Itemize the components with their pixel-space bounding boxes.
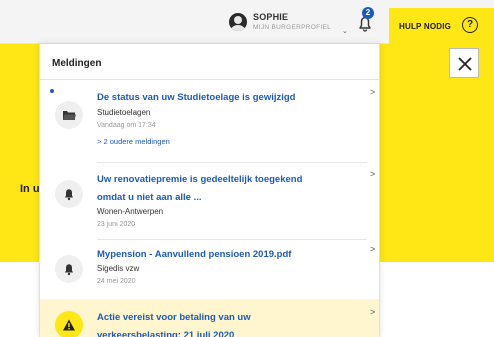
notification-item-warning[interactable]: Actie vereist voor betaling van uw verke… (40, 299, 379, 337)
chevron-right-icon[interactable]: > (370, 307, 375, 317)
chevron-right-icon[interactable]: > (370, 169, 375, 179)
notification-title-line-2[interactable]: verkeersbelasting: 21 juli 2020 (97, 327, 362, 337)
help-button-label[interactable]: HULP NODIG (399, 22, 451, 31)
chevron-right-icon[interactable]: > (370, 87, 375, 97)
notification-date: 24 mei 2020 (97, 278, 136, 285)
profile-dropdown-caret-icon[interactable]: ⌄ (342, 27, 348, 35)
notification-title-line-1[interactable]: Uw renovatiepremie is gedeeltelijk toege… (97, 171, 362, 188)
notification-item[interactable]: Mypension - Aanvullend pensioen 2019.pdf… (40, 240, 379, 302)
notification-item[interactable]: Uw renovatiepremie is gedeeltelijk toege… (40, 163, 379, 241)
notification-source: Wonen-Antwerpen (97, 207, 164, 216)
folder-icon (63, 111, 76, 120)
chevron-right-icon: > (97, 137, 102, 146)
notification-icon-wrapper (55, 101, 83, 129)
notification-item[interactable]: De status van uw Studietoelage is gewijz… (40, 80, 379, 162)
notification-icon-wrapper (55, 255, 83, 283)
close-button[interactable] (449, 48, 479, 78)
chevron-right-icon[interactable]: > (370, 244, 375, 254)
notification-date: Vandaag om 17:34 (97, 122, 156, 129)
notification-date: 23 juni 2020 (97, 221, 136, 228)
warning-icon (63, 319, 75, 331)
panel-title: Meldingen (52, 58, 102, 69)
hero-partial-text: In u (20, 183, 40, 195)
notification-icon-wrapper (55, 180, 83, 208)
close-icon (458, 57, 472, 71)
unread-dot-icon (50, 89, 54, 93)
notifications-panel: Meldingen De status van uw Studietoelage… (39, 44, 380, 337)
question-circle-icon[interactable]: ? (462, 17, 478, 33)
notification-count-badge: 2 (362, 7, 374, 19)
notification-title[interactable]: De status van uw Studietoelage is gewijz… (97, 89, 362, 106)
notification-icon-wrapper (55, 311, 83, 337)
notification-source: Studietoelagen (97, 108, 151, 117)
notification-title[interactable]: Mypension - Aanvullend pensioen 2019.pdf (97, 246, 362, 263)
user-name[interactable]: SOPHIE (253, 12, 288, 22)
bell-icon (65, 189, 73, 201)
user-avatar-icon[interactable] (229, 13, 247, 31)
notification-title-line-2[interactable]: omdat u niet aan alle ... (97, 189, 362, 206)
older-notifications-label[interactable]: 2 oudere meldingen (103, 137, 169, 146)
user-profile-label[interactable]: MIJN BURGERPROFIEL (253, 24, 331, 31)
notification-title-line-1[interactable]: Actie vereist voor betaling van uw (97, 309, 362, 326)
older-notifications-link[interactable]: > 2 oudere meldingen (97, 137, 170, 146)
notification-source: Sigedis vzw (97, 264, 140, 273)
bell-icon (65, 264, 73, 276)
